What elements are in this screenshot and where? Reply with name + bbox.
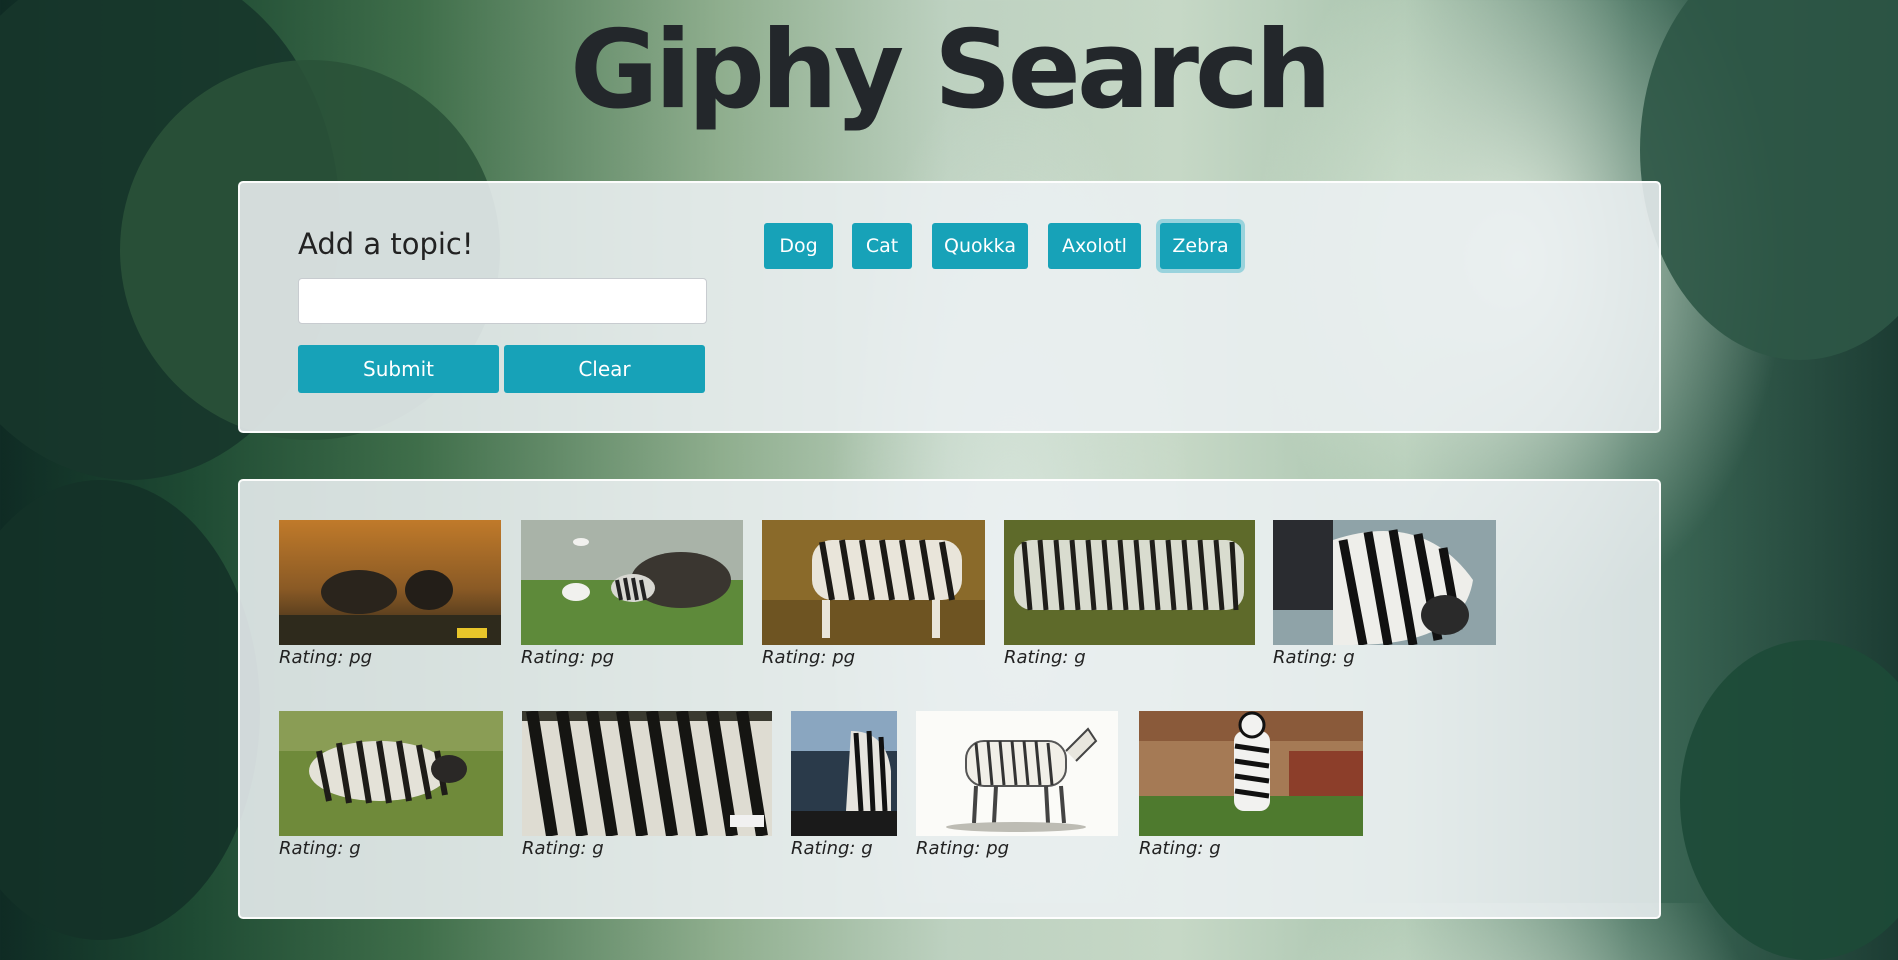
gif-image[interactable] — [279, 520, 501, 645]
gif-image[interactable] — [1004, 520, 1255, 645]
add-topic-label: Add a topic! — [298, 227, 474, 261]
background-foliage — [1680, 640, 1898, 960]
rating-label: Rating: pg — [762, 647, 856, 668]
rating-label: Rating: g — [1139, 838, 1221, 859]
rating-label: Rating: pg — [916, 838, 1010, 859]
rating-label: Rating: g — [1004, 647, 1086, 668]
add-topic-panel: Add a topic! Submit Clear Dog Cat Quokka… — [238, 181, 1661, 433]
gif-image[interactable] — [522, 711, 772, 836]
topic-button-zebra[interactable]: Zebra — [1160, 223, 1241, 269]
rating-label: Rating: g — [522, 838, 604, 859]
topic-button-cat[interactable]: Cat — [852, 223, 912, 269]
rating-label: Rating: pg — [279, 647, 373, 668]
rating-label: Rating: pg — [521, 647, 615, 668]
rating-label: Rating: g — [279, 838, 361, 859]
rating-label: Rating: g — [1273, 647, 1355, 668]
gif-image[interactable] — [279, 711, 503, 836]
topic-button-dog[interactable]: Dog — [764, 223, 833, 269]
topic-input[interactable] — [298, 278, 707, 324]
gif-image[interactable] — [762, 520, 985, 645]
topic-button-quokka[interactable]: Quokka — [932, 223, 1028, 269]
gif-image[interactable] — [916, 711, 1118, 836]
background-foliage — [0, 480, 260, 940]
gif-image[interactable] — [521, 520, 743, 645]
gif-image[interactable] — [1273, 520, 1496, 645]
page-title: Giphy Search — [570, 8, 1332, 133]
rating-label: Rating: g — [791, 838, 873, 859]
results-panel: Rating: pg Rating: pg Rating: pg Rating:… — [238, 479, 1661, 919]
gif-image[interactable] — [1139, 711, 1363, 836]
submit-button[interactable]: Submit — [298, 345, 499, 393]
clear-button[interactable]: Clear — [504, 345, 705, 393]
topic-button-axolotl[interactable]: Axolotl — [1048, 223, 1141, 269]
gif-image[interactable] — [791, 711, 897, 836]
